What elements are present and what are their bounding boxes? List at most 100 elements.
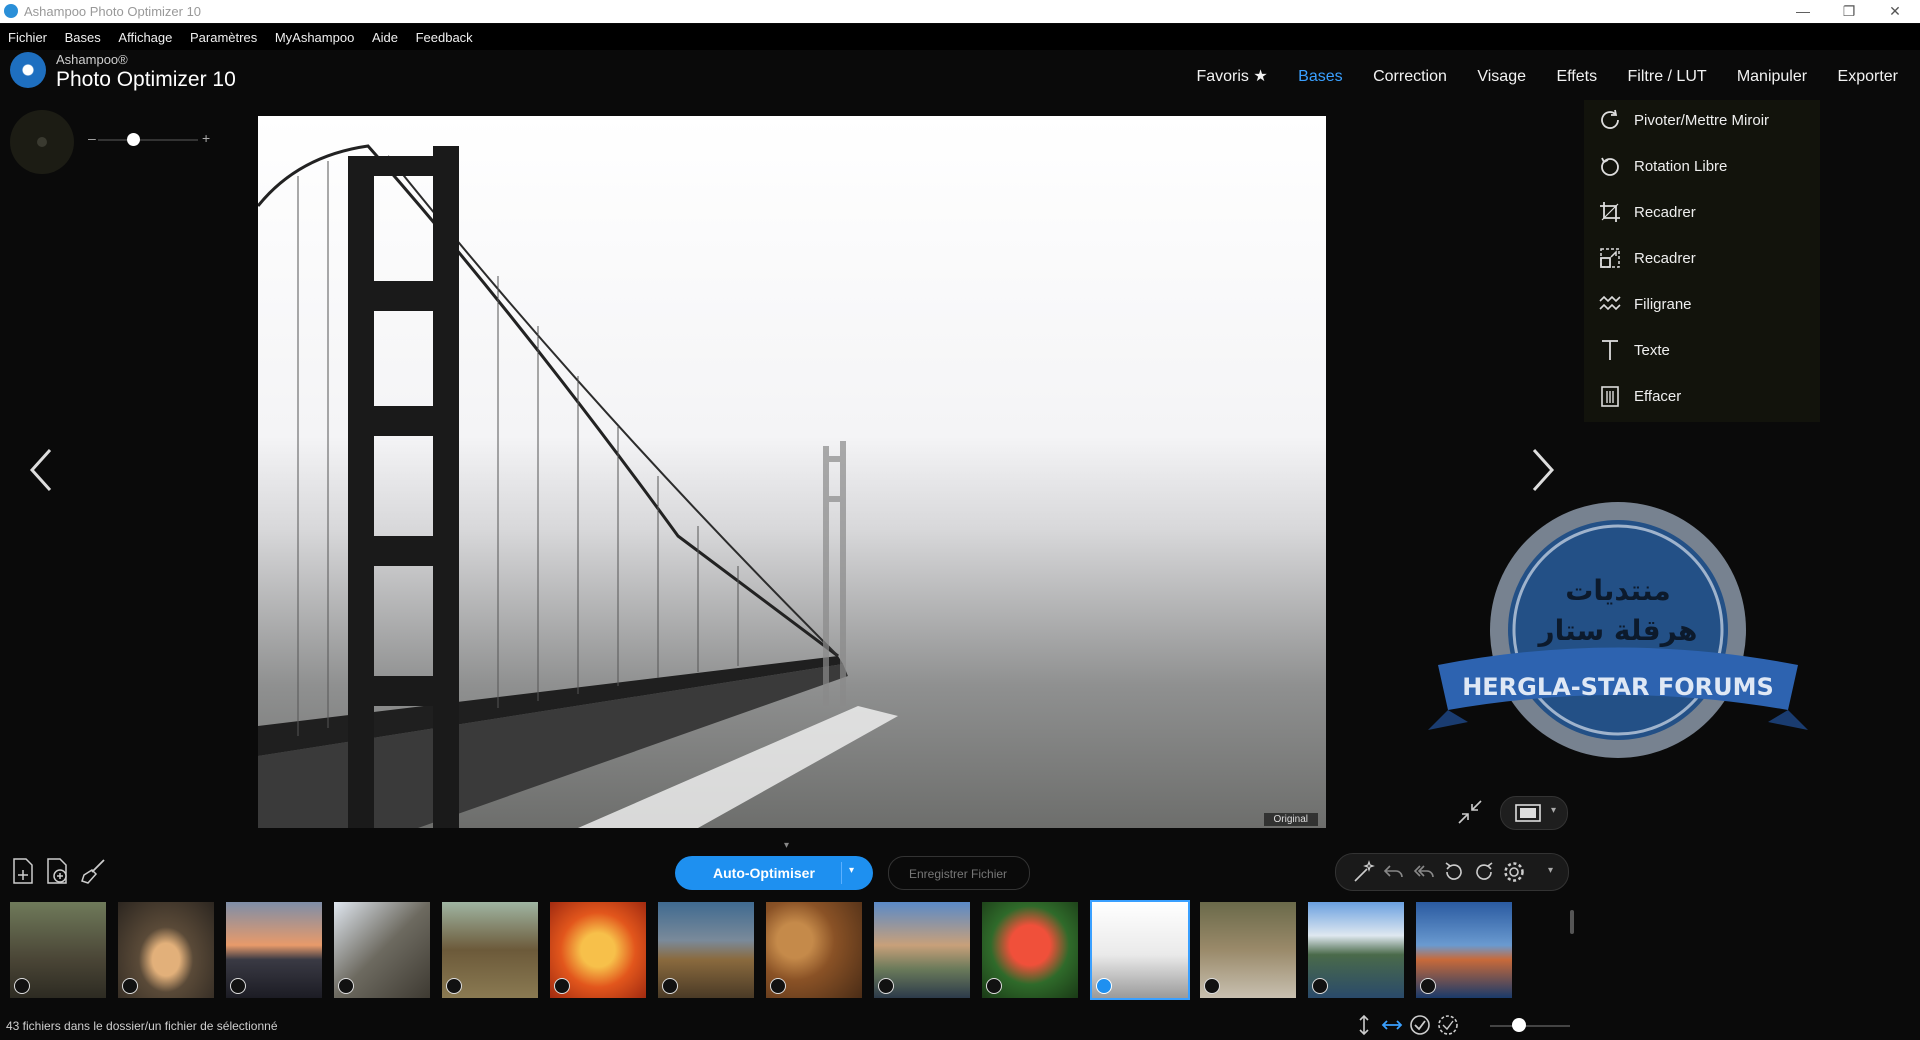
tool-rotate-mirror[interactable]: Pivoter/Mettre Miroir	[1584, 100, 1820, 140]
undo-icon[interactable]	[1382, 860, 1406, 884]
brand-product: Photo Optimizer 10	[56, 68, 236, 91]
thumbnail[interactable]	[874, 902, 970, 998]
tool-label: Rotation Libre	[1634, 158, 1728, 175]
pan-center-icon[interactable]	[37, 137, 47, 147]
thumbnail-select-checkbox[interactable]	[230, 978, 246, 994]
shrink-view-icon[interactable]	[1455, 797, 1485, 827]
menu-affichage[interactable]: Affichage	[110, 24, 178, 45]
menu-bases[interactable]: Bases	[57, 24, 107, 45]
new-file-icon[interactable]	[8, 856, 38, 886]
view-mode-toggle[interactable]: ▾	[1500, 796, 1568, 830]
tools-panel: Pivoter/Mettre Miroir Rotation Libre Rec…	[1584, 100, 1820, 422]
view-mode-caret[interactable]: ▾	[1551, 805, 1556, 816]
status-bar	[0, 1012, 1920, 1040]
thumbnail-select-checkbox[interactable]	[662, 978, 678, 994]
tool-resize[interactable]: Recadrer	[1584, 238, 1820, 278]
rotate-right-icon[interactable]	[1472, 860, 1496, 884]
next-image-icon[interactable]	[1522, 440, 1562, 500]
tab-bases[interactable]: Bases	[1298, 68, 1342, 85]
tool-free-rotation[interactable]: Rotation Libre	[1584, 146, 1820, 186]
tool-crop[interactable]: Recadrer	[1584, 192, 1820, 232]
auto-optimize-dropdown[interactable]: ▾	[849, 865, 854, 876]
thumbnail-select-checkbox-checked[interactable]	[1096, 978, 1112, 994]
collapse-panel-caret[interactable]: ▾	[784, 840, 789, 851]
close-button[interactable]: ✕	[1872, 0, 1918, 23]
main-photo: Original	[258, 116, 1326, 828]
menu-aide[interactable]: Aide	[364, 24, 404, 45]
tab-favoris[interactable]: Favoris ★	[1196, 68, 1267, 85]
tool-erase[interactable]: Effacer	[1584, 376, 1820, 416]
thumbnail[interactable]	[1416, 902, 1512, 998]
thumbnail-select-checkbox[interactable]	[554, 978, 570, 994]
edit-tools-cluster: ▾	[1335, 853, 1569, 891]
thumbnail-select-checkbox[interactable]	[1312, 978, 1328, 994]
bridge-image	[258, 144, 898, 828]
tool-label: Effacer	[1634, 388, 1682, 405]
save-file-button[interactable]: Enregistrer Fichier	[888, 856, 1030, 890]
zoom-in-button[interactable]: +	[202, 130, 210, 146]
auto-optimize-label: Auto-Optimiser	[713, 865, 815, 881]
deselect-icon[interactable]	[1436, 1013, 1460, 1037]
thumbnail-select-checkbox[interactable]	[1204, 978, 1220, 994]
tab-correction[interactable]: Correction	[1373, 68, 1447, 85]
menu-parametres[interactable]: Paramètres	[182, 24, 263, 45]
undo-all-icon[interactable]	[1412, 860, 1436, 884]
tab-filtre-lut[interactable]: Filtre / LUT	[1628, 68, 1707, 85]
thumbnail[interactable]	[1200, 902, 1296, 998]
tool-label: Texte	[1634, 342, 1670, 359]
thumbnail[interactable]	[10, 902, 106, 998]
thumbnail[interactable]	[982, 902, 1078, 998]
filmstrip-scrollbar[interactable]	[1570, 910, 1574, 934]
tab-effets[interactable]: Effets	[1556, 68, 1597, 85]
add-files-icon[interactable]	[42, 856, 72, 886]
thumbnail[interactable]	[334, 902, 430, 998]
tool-label: Recadrer	[1634, 204, 1696, 221]
rotate-mirror-icon	[1601, 109, 1619, 129]
thumbnail-select-checkbox[interactable]	[14, 978, 30, 994]
text-icon	[1602, 340, 1618, 360]
thumbnail[interactable]	[766, 902, 862, 998]
pan-pad[interactable]	[10, 110, 74, 174]
thumbnail-select-checkbox[interactable]	[1420, 978, 1436, 994]
tool-watermark[interactable]: Filigrane	[1584, 284, 1820, 324]
thumbnail-select-checkbox[interactable]	[122, 978, 138, 994]
settings-gear-icon[interactable]	[1502, 860, 1526, 884]
rotate-left-icon[interactable]	[1442, 860, 1466, 884]
tab-manipuler[interactable]: Manipuler	[1737, 68, 1807, 85]
fit-horizontal-icon[interactable]	[1380, 1013, 1404, 1037]
brand-company: Ashampoo®	[56, 52, 128, 67]
zoom-slider[interactable]	[98, 139, 198, 141]
zoom-slider-handle[interactable]	[127, 133, 140, 146]
menu-feedback[interactable]: Feedback	[408, 24, 479, 45]
restore-button[interactable]: ❐	[1826, 0, 1872, 23]
thumbnail-size-handle[interactable]	[1512, 1018, 1526, 1032]
thumbnail[interactable]	[550, 902, 646, 998]
tool-text[interactable]: Texte	[1584, 330, 1820, 370]
thumbnail[interactable]	[118, 902, 214, 998]
thumbnail-select-checkbox[interactable]	[986, 978, 1002, 994]
thumbnail-selected[interactable]	[1090, 900, 1190, 1000]
minimize-button[interactable]: —	[1780, 0, 1826, 23]
tab-exporter[interactable]: Exporter	[1838, 68, 1898, 85]
tools-dropdown-caret[interactable]: ▾	[1548, 865, 1553, 876]
thumbnail-select-checkbox[interactable]	[770, 978, 786, 994]
zoom-out-button[interactable]: –	[88, 130, 96, 146]
auto-optimize-button[interactable]: Auto-Optimiser ▾	[675, 856, 873, 890]
title-bar: Ashampoo Photo Optimizer 10 — ❐ ✕	[0, 0, 1920, 23]
thumbnail-size-slider[interactable]	[1490, 1025, 1570, 1027]
thumbnail-select-checkbox[interactable]	[446, 978, 462, 994]
previous-image-icon[interactable]	[22, 440, 62, 500]
tab-visage[interactable]: Visage	[1477, 68, 1526, 85]
thumbnail[interactable]	[226, 902, 322, 998]
menu-fichier[interactable]: Fichier	[0, 24, 53, 45]
thumbnail[interactable]	[1308, 902, 1404, 998]
clear-brush-icon[interactable]	[78, 856, 108, 886]
thumbnail[interactable]	[658, 902, 754, 998]
thumbnail-select-checkbox[interactable]	[338, 978, 354, 994]
select-all-icon[interactable]	[1408, 1013, 1432, 1037]
menu-myashampoo[interactable]: MyAshampoo	[267, 24, 360, 45]
thumbnail[interactable]	[442, 902, 538, 998]
thumbnail-select-checkbox[interactable]	[878, 978, 894, 994]
magic-wand-icon[interactable]	[1352, 860, 1376, 884]
sort-vertical-icon[interactable]	[1352, 1013, 1376, 1037]
